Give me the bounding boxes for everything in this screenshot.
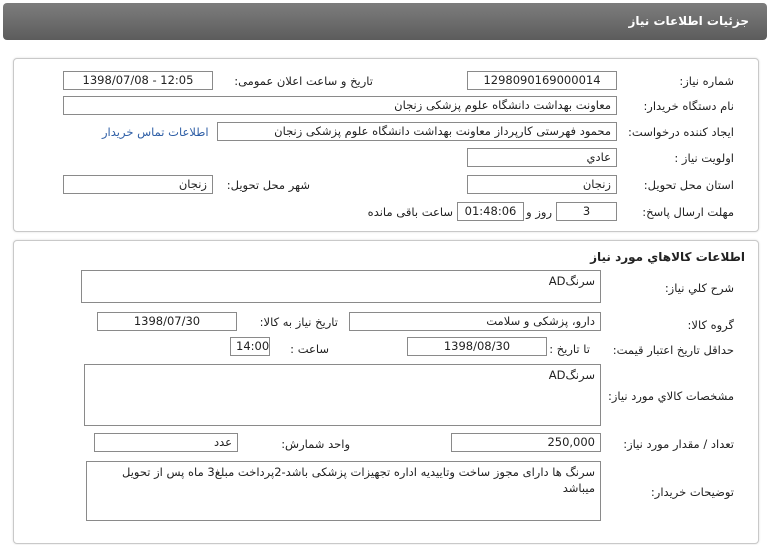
buyer-org-field: معاونت بهداشت دانشگاه علوم پزشکی زنجان <box>63 96 617 115</box>
quantity-label: تعداد / مقدار مورد نیاز: <box>623 437 734 451</box>
deadline-label: مهلت ارسال پاسخ: <box>642 205 734 219</box>
goods-info-panel: اطلاعات كالاهاي مورد نياز شرح كلي نياز: … <box>13 240 759 544</box>
page-header: جزئیات اطلاعات نیاز <box>0 0 770 40</box>
announce-label: تاریخ و ساعت اعلان عمومی: <box>234 74 373 88</box>
time-remaining-field: 01:48:06 <box>457 202 524 221</box>
unit-label: واحد شمارش: <box>281 437 350 451</box>
hour-label: ساعت : <box>290 342 329 356</box>
to-date-label: تا تاریخ : <box>549 342 590 356</box>
unit-field: عدد <box>94 433 238 452</box>
buyer-notes-label: توضیحات خریدار: <box>650 485 734 499</box>
province-field: زنجان <box>467 175 617 194</box>
days-word: روز و <box>526 205 552 219</box>
remaining-text: ساعت باقی مانده <box>367 205 453 219</box>
need-date-field: 1398/07/30 <box>97 312 237 331</box>
need-date-label: تاریخ نیاز به کالا: <box>259 315 338 329</box>
buyer-contact-link[interactable]: اطلاعات تماس خریدار <box>102 125 209 139</box>
summary-label: شرح كلي نياز: <box>664 281 734 295</box>
specs-label: مشخصات كالاي مورد نياز: <box>607 389 734 403</box>
buyer-org-label: نام دستگاه خریدار: <box>643 99 734 113</box>
quantity-field: 250,000 <box>451 433 601 452</box>
group-field: دارو، پزشکی و سلامت <box>349 312 601 331</box>
days-field: 3 <box>556 202 617 221</box>
buyer-notes-field: سرنگ ها دارای مجوز ساخت وتاییدیه اداره ت… <box>86 461 601 521</box>
creator-field: محمود فهرستی کارپرداز معاونت بهداشت دانش… <box>217 122 617 141</box>
priority-field: عادي <box>467 148 617 167</box>
validity-time-field: 14:00 <box>230 337 270 356</box>
announce-field: 1398/07/08 - 12:05 <box>63 71 213 90</box>
need-number-field: 1298090169000014 <box>467 71 617 90</box>
page-title: جزئیات اطلاعات نیاز <box>628 14 749 28</box>
need-info-panel: شماره نیاز: 1298090169000014 تاریخ و ساع… <box>13 58 759 232</box>
need-number-label: شماره نیاز: <box>679 74 734 88</box>
specs-field: سرنگAD <box>84 364 601 426</box>
city-field: زنجان <box>63 175 213 194</box>
header-bar: جزئیات اطلاعات نیاز <box>3 3 767 40</box>
priority-label: اولویت نیاز : <box>674 151 734 165</box>
validity-date-field: 1398/08/30 <box>407 337 547 356</box>
city-label: شهر محل تحویل: <box>226 178 310 192</box>
group-label: گروه کالا: <box>687 318 734 332</box>
summary-field: سرنگAD <box>81 270 601 303</box>
validity-label: حداقل تاریخ اعتبار قیمت: <box>612 343 734 357</box>
creator-label: ایجاد کننده درخواست: <box>628 125 734 139</box>
goods-section-title: اطلاعات كالاهاي مورد نياز <box>590 250 745 264</box>
province-label: استان محل تحویل: <box>643 178 734 192</box>
